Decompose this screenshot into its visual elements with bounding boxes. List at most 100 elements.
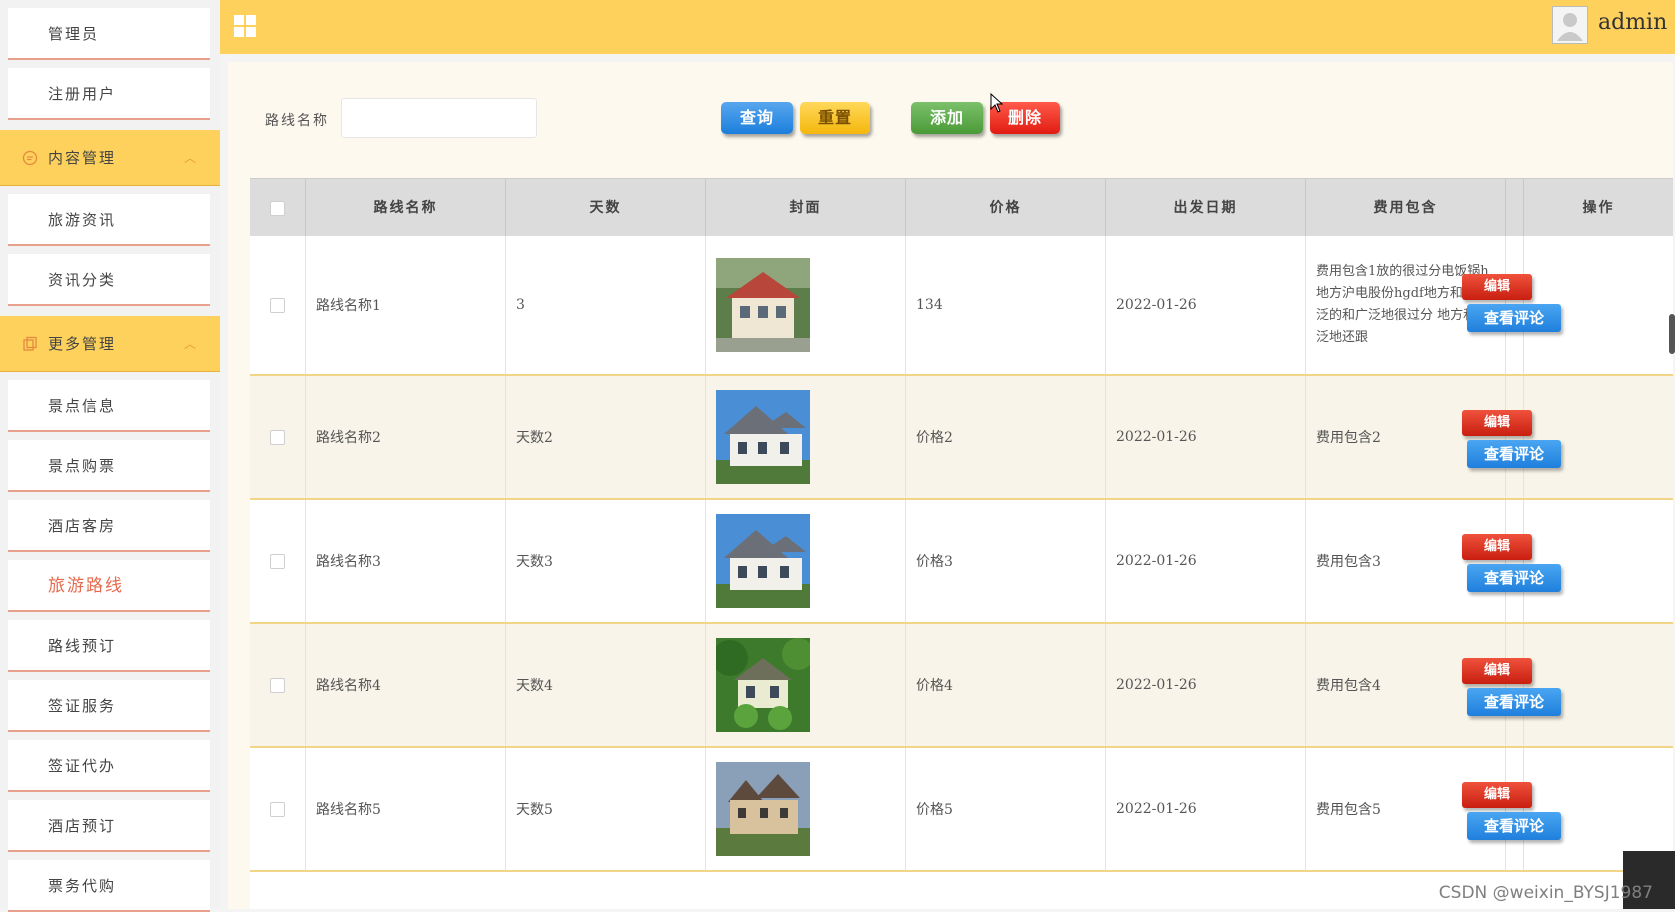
- sidebar-item-news-category[interactable]: 资讯分类: [8, 254, 210, 306]
- edit-button[interactable]: 编辑: [1462, 782, 1532, 808]
- cell-cover: [706, 624, 906, 746]
- sidebar-item-label: 签证代办: [48, 757, 117, 775]
- header-price[interactable]: 价格: [906, 179, 1106, 237]
- edit-button[interactable]: 编辑: [1462, 534, 1532, 560]
- sidebar-item-admin[interactable]: 管理员: [8, 8, 210, 60]
- sidebar-item-label: 景点信息: [48, 397, 117, 415]
- sidebar-item-label: 旅游资讯: [48, 211, 117, 229]
- sidebar-item-travel-routes[interactable]: 旅游路线: [8, 560, 210, 612]
- header-cover: 封面: [706, 179, 906, 237]
- header-route-name[interactable]: 路线名称: [306, 179, 506, 237]
- row-checkbox[interactable]: [270, 677, 285, 693]
- chat-icon: [22, 150, 38, 166]
- username[interactable]: admin: [1598, 10, 1667, 35]
- cell-route-name: 路线名称2: [306, 376, 506, 498]
- cell-route-name: 路线名称1: [306, 236, 506, 374]
- view-comments-button[interactable]: 查看评论: [1467, 440, 1561, 468]
- view-comments-button[interactable]: 查看评论: [1467, 564, 1561, 592]
- cell-days: 天数3: [506, 500, 706, 622]
- avatar[interactable]: [1552, 6, 1588, 44]
- cell-cover: [706, 748, 906, 870]
- cell-route-name: 路线名称5: [306, 748, 506, 870]
- sidebar-item-label: 管理员: [48, 25, 100, 43]
- cell-fee-includes: 费用包含4: [1306, 624, 1506, 746]
- add-button[interactable]: 添加: [911, 102, 983, 134]
- edit-button[interactable]: 编辑: [1462, 658, 1532, 684]
- view-comments-button[interactable]: 查看评论: [1467, 688, 1561, 716]
- view-comments-button[interactable]: 查看评论: [1467, 304, 1561, 332]
- sidebar-item-travel-news[interactable]: 旅游资讯: [8, 194, 210, 246]
- sidebar-item-scenic-tickets[interactable]: 景点购票: [8, 440, 210, 492]
- cell-price: 价格4: [906, 624, 1106, 746]
- sidebar-item-label: 酒店客房: [48, 517, 117, 535]
- row-select-cell: [250, 500, 306, 622]
- sidebar-item-visa-agency[interactable]: 签证代办: [8, 740, 210, 792]
- sidebar-item-label: 酒店预订: [48, 817, 117, 835]
- house-cover-image: [716, 514, 810, 608]
- mouse-cursor-icon: [990, 93, 1004, 113]
- row-select-cell: [250, 236, 306, 374]
- cell-fee-includes: 费用包含2: [1306, 376, 1506, 498]
- cell-price: 134: [906, 236, 1106, 374]
- sidebar-item-hotel-rooms[interactable]: 酒店客房: [8, 500, 210, 552]
- cell-departure-date: 2022-01-26: [1106, 236, 1306, 374]
- sidebar-item-label: 路线预订: [48, 637, 117, 655]
- house-cover-image: [716, 390, 810, 484]
- sidebar-item-registered-users[interactable]: 注册用户: [8, 68, 210, 120]
- cell-hidden-col: [1506, 624, 1524, 746]
- sidebar-group-label: 更多管理: [48, 335, 117, 353]
- reset-button[interactable]: 重置: [800, 102, 870, 134]
- top-header: admin: [220, 0, 1675, 54]
- edit-button[interactable]: 编辑: [1462, 410, 1532, 436]
- sidebar-group-content[interactable]: 内容管理 ︿: [0, 130, 220, 186]
- select-all-cell: [250, 179, 306, 237]
- sidebar: 管理员 注册用户 内容管理 ︿ 旅游资讯 资讯分类 更多管理 ︿ 景点信息 景点…: [0, 0, 220, 912]
- user-icon: [1557, 13, 1583, 41]
- query-button[interactable]: 查询: [721, 102, 793, 134]
- cell-route-name: 路线名称4: [306, 624, 506, 746]
- search-input[interactable]: [341, 98, 537, 138]
- cell-days: 天数2: [506, 376, 706, 498]
- sidebar-item-visa-service[interactable]: 签证服务: [8, 680, 210, 732]
- cell-departure-date: 2022-01-26: [1106, 624, 1306, 746]
- view-comments-button[interactable]: 查看评论: [1467, 812, 1561, 840]
- sidebar-item-label: 注册用户: [48, 85, 117, 103]
- row-checkbox[interactable]: [270, 429, 285, 445]
- sidebar-item-label: 签证服务: [48, 697, 117, 715]
- sidebar-item-route-booking[interactable]: 路线预订: [8, 620, 210, 672]
- routes-table: 路线名称 天数 封面 价格 出发日期 费用包含 操作 路线名称1 3 134 2…: [250, 178, 1673, 909]
- table-header: 路线名称 天数 封面 价格 出发日期 费用包含 操作: [250, 178, 1673, 237]
- sidebar-item-label: 票务代购: [48, 877, 117, 895]
- header-fee-includes[interactable]: 费用包含: [1306, 179, 1506, 237]
- cell-fee-includes: 费用包含3: [1306, 500, 1506, 622]
- copy-icon: [23, 336, 37, 351]
- sidebar-item-ticket-agency[interactable]: 票务代购: [8, 860, 210, 912]
- cell-days: 3: [506, 236, 706, 374]
- sidebar-group-more[interactable]: 更多管理 ︿: [0, 316, 220, 372]
- row-checkbox[interactable]: [270, 553, 285, 569]
- table-row: 路线名称3 天数3 价格3 2022-01-26 费用包含3 编辑 查看评论: [250, 500, 1673, 624]
- cell-cover: [706, 236, 906, 374]
- cell-departure-date: 2022-01-26: [1106, 376, 1306, 498]
- header-days[interactable]: 天数: [506, 179, 706, 237]
- cell-price: 价格2: [906, 376, 1106, 498]
- header-departure-date[interactable]: 出发日期: [1106, 179, 1306, 237]
- row-select-cell: [250, 748, 306, 870]
- sidebar-item-hotel-booking[interactable]: 酒店预订: [8, 800, 210, 852]
- cell-days: 天数5: [506, 748, 706, 870]
- cell-price: 价格5: [906, 748, 1106, 870]
- main-content: 路线名称 查询 重置 添加 删除 路线名称 天数 封面 价格 出发日期 费用包含…: [228, 62, 1673, 909]
- sidebar-item-scenic-info[interactable]: 景点信息: [8, 380, 210, 432]
- row-checkbox[interactable]: [270, 297, 285, 313]
- cell-days: 天数4: [506, 624, 706, 746]
- scrollbar-thumb[interactable]: [1669, 314, 1675, 354]
- row-checkbox[interactable]: [270, 801, 285, 817]
- header-actions: 操作: [1582, 200, 1615, 216]
- edit-button[interactable]: 编辑: [1462, 274, 1532, 300]
- cell-cover: [706, 500, 906, 622]
- grid-menu-icon[interactable]: [234, 15, 256, 37]
- cell-price: 价格3: [906, 500, 1106, 622]
- house-cover-image: [716, 258, 810, 352]
- chevron-up-icon: ︿: [183, 337, 198, 351]
- select-all-checkbox[interactable]: [270, 200, 285, 216]
